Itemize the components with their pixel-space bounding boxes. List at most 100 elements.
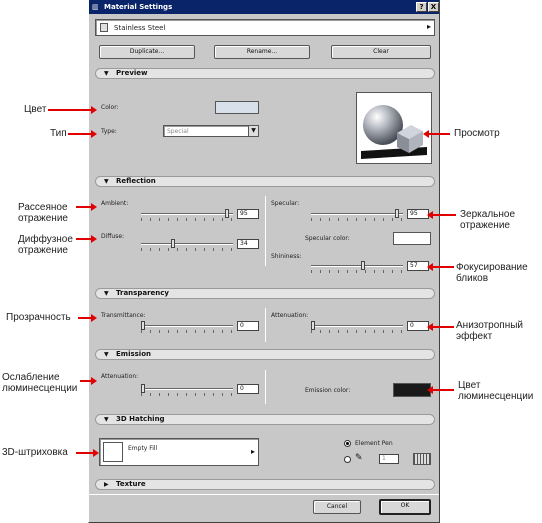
ambient-slider-ticks <box>141 218 233 221</box>
window-menu-icon[interactable]: ▥ <box>92 2 101 12</box>
duplicate-button[interactable]: Duplicate... <box>99 45 195 59</box>
emission-attenuation-value-field[interactable]: 0 <box>237 384 259 394</box>
ambient-value-field[interactable]: 95 <box>237 209 259 219</box>
specular-color-swatch[interactable] <box>393 232 431 245</box>
pen-color-swatch[interactable] <box>413 453 431 465</box>
collapse-triangle-icon: ▶ <box>104 481 109 488</box>
type-select[interactable]: Special ▼ <box>163 125 259 137</box>
chevron-right-icon: ▸ <box>426 22 431 31</box>
window-title: Material Settings <box>104 3 173 11</box>
ambient-slider-thumb[interactable] <box>225 209 229 218</box>
ok-button[interactable]: OK <box>379 499 431 515</box>
annotation-ambient: Рассеяное отражение <box>18 202 68 224</box>
footer-divider <box>89 494 439 495</box>
annotation-anisotropy-line2: эффект <box>456 331 493 342</box>
annotation-ambient-line2: отражение <box>18 213 68 224</box>
pen-number-field[interactable]: 1 <box>379 454 399 464</box>
color-swatch[interactable] <box>215 101 259 114</box>
material-preview <box>356 92 432 164</box>
attenuation-label: Attenuation: <box>271 312 309 319</box>
section-preview[interactable]: ▼ Preview <box>95 68 435 79</box>
diffuse-slider-ticks <box>141 248 233 251</box>
emission-attenuation-slider-thumb[interactable] <box>141 384 145 393</box>
transmittance-slider-track[interactable] <box>141 325 233 327</box>
section-reflection[interactable]: ▼ Reflection <box>95 176 435 187</box>
clear-button[interactable]: Clear <box>331 45 431 59</box>
section-transparency[interactable]: ▼ Transparency <box>95 288 435 299</box>
ambient-label: Ambient: <box>101 200 129 207</box>
element-pen-radio[interactable] <box>344 440 351 447</box>
annotation-ambient-line1: Рассеяное <box>18 202 68 213</box>
diffuse-label: Diffuse: <box>101 233 125 240</box>
title-bar[interactable]: ▥ Material Settings ? X <box>89 0 439 14</box>
section-emission-label: Emission <box>116 350 151 358</box>
section-3d-hatching[interactable]: ▼ 3D Hatching <box>95 414 435 425</box>
specular-slider-ticks <box>311 218 403 221</box>
annotation-emission-attenuation: Ослабление люминесценции <box>2 372 77 394</box>
annotation-arrow <box>427 323 454 331</box>
annotation-diffuse: Диффузное отражение <box>18 234 73 256</box>
annotation-diffuse-line2: отражение <box>18 245 68 256</box>
specular-color-label: Specular color: <box>305 235 350 242</box>
specular-slider-track[interactable] <box>311 213 403 215</box>
section-emission[interactable]: ▼ Emission <box>95 349 435 360</box>
annotation-arrow <box>78 314 97 322</box>
annotation-arrow <box>68 130 97 138</box>
attenuation-slider-track[interactable] <box>311 325 403 327</box>
color-label: Color: <box>101 104 119 111</box>
shininess-slider-thumb[interactable] <box>361 261 365 270</box>
annotation-arrow <box>427 211 456 219</box>
annotation-emission-color-line2: люминесценции <box>458 391 534 402</box>
annotation-emission-att-line1: Ослабление <box>2 372 60 383</box>
shininess-slider-track[interactable] <box>311 265 403 267</box>
diffuse-slider-track[interactable] <box>141 243 233 245</box>
expand-triangle-icon: ▼ <box>104 351 109 358</box>
specular-slider-thumb[interactable] <box>395 209 399 218</box>
attenuation-value-field[interactable]: 0 <box>407 321 429 331</box>
rename-button[interactable]: Rename... <box>214 45 310 59</box>
type-label: Type: <box>101 128 117 135</box>
close-button[interactable]: X <box>428 2 439 12</box>
material-settings-dialog: ▥ Material Settings ? X Stainless Steel … <box>88 0 440 523</box>
pen-icon: ✎ <box>355 453 363 463</box>
fill-name: Empty Fill <box>128 445 158 452</box>
annotation-arrow <box>76 449 99 457</box>
shininess-label: Shininess: <box>271 253 302 260</box>
emission-color-swatch[interactable] <box>393 383 431 397</box>
specular-label: Specular: <box>271 200 300 207</box>
transmittance-label: Transmittance: <box>101 312 146 319</box>
section-texture[interactable]: ▶ Texture <box>95 479 435 490</box>
annotation-type: Тип <box>50 128 67 139</box>
help-button[interactable]: ? <box>416 2 427 12</box>
annotation-preview: Просмотр <box>454 128 500 139</box>
annotation-anisotropy-line1: Анизотропный <box>456 320 524 331</box>
specular-value-field[interactable]: 95 <box>407 209 429 219</box>
diffuse-slider-thumb[interactable] <box>171 239 175 248</box>
cancel-button[interactable]: Cancel <box>313 500 361 514</box>
annotation-emission-att-line2: люминесценции <box>2 383 78 394</box>
attenuation-slider-thumb[interactable] <box>311 321 315 330</box>
material-name: Stainless Steel <box>114 24 166 32</box>
chevron-right-icon: ▸ <box>250 447 255 456</box>
chevron-down-icon: ▼ <box>248 126 258 136</box>
diffuse-value-field[interactable]: 34 <box>237 239 259 249</box>
ambient-slider-track[interactable] <box>141 213 233 215</box>
annotation-arrow <box>76 235 97 243</box>
shininess-value-field[interactable]: 57 <box>407 261 429 271</box>
transmittance-slider-thumb[interactable] <box>141 321 145 330</box>
section-hatching-label: 3D Hatching <box>116 415 165 423</box>
type-value: Special <box>167 128 189 135</box>
annotation-specular: Зеркальное отражение <box>460 209 515 231</box>
transmittance-value-field[interactable]: 0 <box>237 321 259 331</box>
custom-pen-radio[interactable] <box>344 456 351 463</box>
material-select[interactable]: Stainless Steel ▸ <box>95 19 435 36</box>
shininess-slider-ticks <box>311 270 403 273</box>
annotation-color: Цвет <box>24 104 47 115</box>
emission-attenuation-slider-track[interactable] <box>141 388 233 390</box>
annotation-specular-line2: отражение <box>460 220 510 231</box>
annotation-arrow <box>427 386 454 394</box>
hatching-fill-select[interactable]: Empty Fill ▸ <box>99 438 259 466</box>
material-swatch-icon <box>100 23 108 32</box>
expand-triangle-icon: ▼ <box>104 290 109 297</box>
expand-triangle-icon: ▼ <box>104 416 109 423</box>
